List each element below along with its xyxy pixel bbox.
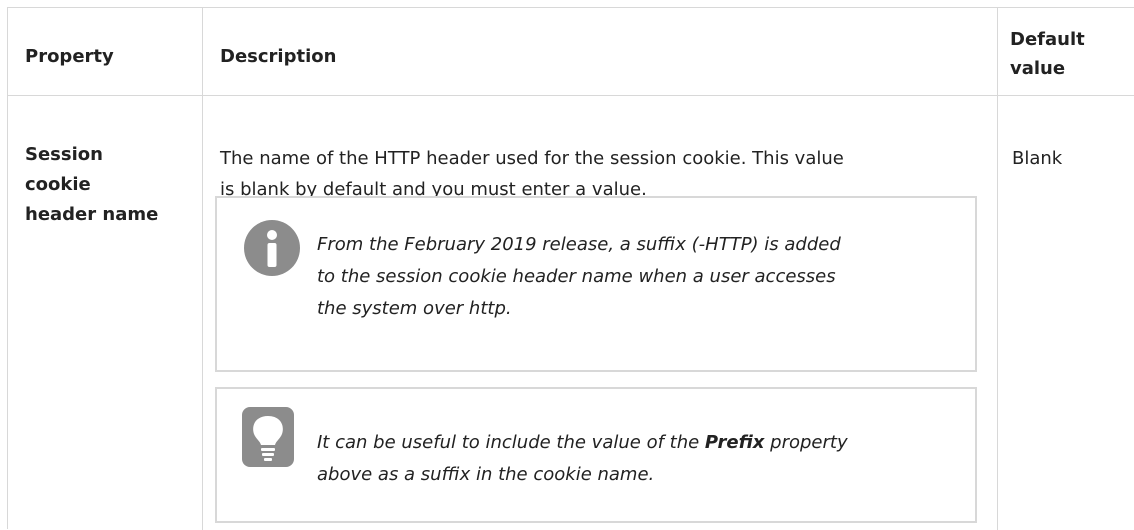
header-description: Description [220, 46, 337, 67]
column-divider [202, 8, 203, 530]
properties-table: Property Description Default value Sessi… [7, 7, 1134, 530]
default-value: Blank [1012, 148, 1063, 169]
info-note-text: From the February 2019 release, a suffix… [317, 234, 841, 319]
lightbulb-icon [242, 407, 294, 467]
header-property: Property [25, 46, 114, 67]
info-icon [244, 220, 300, 276]
property-name: Session cookie header name [25, 144, 159, 225]
tip-note-text: It can be useful to include the value of… [317, 432, 848, 485]
column-divider [997, 8, 998, 530]
prefix-property-name: Prefix [704, 432, 765, 453]
info-note: From the February 2019 release, a suffix… [215, 196, 977, 372]
header-default-value: Default value [1010, 29, 1085, 79]
table-header-row [8, 8, 1134, 96]
tip-note: It can be useful to include the value of… [215, 387, 977, 523]
